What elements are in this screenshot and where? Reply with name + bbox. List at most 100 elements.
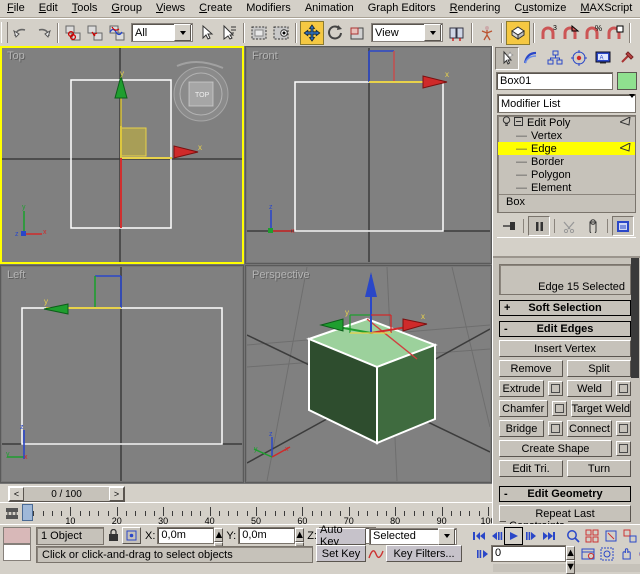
connect-settings-button[interactable] (616, 421, 631, 436)
select-and-manipulate-button[interactable] (476, 22, 498, 44)
object-name-input[interactable]: Box01 (496, 72, 613, 90)
chevron-down-icon[interactable] (174, 24, 191, 41)
target-weld-button[interactable]: Target Weld (571, 400, 632, 417)
viewport-top[interactable]: y x y x z TOP Top (2, 48, 242, 262)
tab-modify[interactable] (519, 47, 543, 70)
make-unique-icon[interactable] (559, 217, 579, 235)
modifier-list-combo[interactable]: Modifier List (497, 94, 636, 113)
percent-snap-toggle-button[interactable]: % (582, 22, 604, 44)
modifier-stack[interactable]: Edit Poly — Vertex — Edge — Border — Pol (497, 115, 636, 213)
open-mini-curve-editor-icon[interactable] (4, 506, 20, 522)
x-spinner[interactable]: ▲▼ (214, 528, 223, 543)
menu-item-tools[interactable]: Tools (65, 1, 105, 17)
show-end-result-icon[interactable] (528, 216, 550, 236)
weld-button[interactable]: Weld (567, 380, 612, 397)
stack-item-polygon[interactable]: — Polygon (498, 168, 635, 181)
arc-rotate-icon[interactable] (635, 545, 640, 562)
menu-item-animation[interactable]: Animation (298, 1, 361, 17)
next-frame-button[interactable] (523, 528, 540, 544)
stack-item-base-object[interactable]: Box (498, 194, 635, 208)
select-object-button[interactable] (196, 22, 218, 44)
maxscript-listener-pink[interactable] (3, 527, 31, 544)
mini-listener[interactable] (3, 527, 31, 561)
menu-item-modifiers[interactable]: Modifiers (239, 1, 298, 17)
viewport-left[interactable]: y z y x Left (2, 267, 242, 481)
chevron-down-icon[interactable] (629, 98, 635, 110)
x-coordinate-input[interactable]: 0,0m (157, 527, 214, 544)
time-slider-handle[interactable] (22, 504, 33, 521)
bridge-settings-button[interactable] (548, 421, 563, 436)
menu-item-edit[interactable]: Edit (32, 1, 65, 17)
use-pivot-point-center-button[interactable] (446, 22, 468, 44)
rectangular-selection-region-button[interactable] (248, 22, 270, 44)
zoom-extents-icon[interactable] (601, 528, 620, 545)
insert-vertex-button[interactable]: Insert Vertex (499, 340, 631, 357)
track-bar-ruler[interactable]: 102030405060708090100 (24, 504, 488, 522)
set-key-button[interactable]: Set Key (316, 545, 366, 562)
snaps-toggle-button[interactable] (506, 21, 530, 45)
menu-item-customize[interactable]: Customize (507, 1, 573, 17)
current-frame-input[interactable]: 0 (491, 545, 566, 562)
split-button[interactable]: Split (567, 360, 631, 377)
tab-motion[interactable] (567, 47, 591, 70)
select-and-link-button[interactable] (62, 22, 84, 44)
configure-modifier-sets-icon[interactable] (612, 216, 634, 236)
tab-hierarchy[interactable] (543, 47, 567, 70)
menu-item-group[interactable]: Group (104, 1, 149, 17)
selection-set-combo[interactable]: Selected (369, 528, 457, 545)
remove-button[interactable]: Remove (499, 360, 563, 377)
select-and-scale-button[interactable] (346, 22, 368, 44)
chevron-down-icon[interactable] (438, 528, 455, 545)
command-panel-scrollbar[interactable] (631, 258, 639, 566)
time-configuration-icon[interactable] (578, 545, 597, 562)
redo-button[interactable] (32, 22, 54, 44)
edit-tri-button[interactable]: Edit Tri. (499, 460, 563, 477)
key-mode-nav-button[interactable] (474, 546, 491, 562)
snap-3d-button[interactable]: 3 (538, 22, 560, 44)
bridge-button[interactable]: Bridge (499, 420, 544, 437)
go-to-start-button[interactable] (470, 528, 487, 544)
chamfer-button[interactable]: Chamfer (499, 400, 548, 417)
menu-item-maxscript[interactable]: MAXScript (573, 1, 639, 17)
toolbar-grip[interactable] (1, 22, 8, 43)
tab-create[interactable] (495, 47, 519, 70)
bind-to-space-warp-button[interactable] (106, 22, 128, 44)
menu-item-views[interactable]: Views (149, 1, 192, 17)
reference-coordinate-combo[interactable]: View (371, 23, 443, 42)
zoom-all-icon[interactable] (582, 528, 601, 545)
stack-item-edge[interactable]: — Edge (498, 142, 635, 155)
unlink-selection-button[interactable] (84, 22, 106, 44)
absolute-mode-transform-icon[interactable] (122, 527, 141, 544)
tab-utilities[interactable] (615, 47, 639, 70)
create-shape-settings-button[interactable] (616, 441, 631, 456)
expand-minus-icon[interactable] (514, 117, 523, 129)
y-spinner[interactable]: ▲▼ (295, 528, 304, 543)
selection-lock-icon[interactable] (104, 529, 122, 542)
select-and-move-button[interactable] (300, 21, 324, 45)
pin-stack-icon[interactable] (499, 217, 519, 235)
chevron-down-icon[interactable] (424, 24, 441, 41)
next-frame-arrow[interactable]: > (109, 487, 124, 501)
y-coordinate-input[interactable]: 0,0m (238, 527, 295, 544)
maxscript-listener-white[interactable] (3, 544, 31, 561)
rollout-edit-edges[interactable]: - Edit Edges (499, 321, 631, 337)
menu-item-rendering[interactable]: Rendering (443, 1, 508, 17)
stack-item-vertex[interactable]: — Vertex (498, 129, 635, 142)
select-by-name-button[interactable] (218, 22, 240, 44)
previous-frame-button[interactable] (487, 528, 504, 544)
spinner-snap-toggle-button[interactable] (604, 22, 626, 44)
time-slider[interactable]: < 0 / 100 > (8, 486, 125, 502)
rollout-soft-selection[interactable]: + Soft Selection (499, 300, 631, 316)
previous-frame-arrow[interactable]: < (9, 487, 24, 501)
stack-item-element[interactable]: — Element (498, 181, 635, 194)
weld-settings-button[interactable] (616, 381, 631, 396)
viewport-perspective[interactable]: y x z x y Perspective (247, 267, 490, 481)
key-filters-button[interactable]: Key Filters... (386, 545, 462, 562)
window-crossing-button[interactable] (270, 22, 292, 44)
selection-filter-combo[interactable]: All (131, 23, 193, 42)
chamfer-settings-button[interactable] (552, 401, 567, 416)
turn-button[interactable]: Turn (567, 460, 631, 477)
light-bulb-icon[interactable] (502, 116, 511, 130)
select-and-rotate-button[interactable] (324, 22, 346, 44)
pan-icon[interactable] (616, 545, 635, 562)
